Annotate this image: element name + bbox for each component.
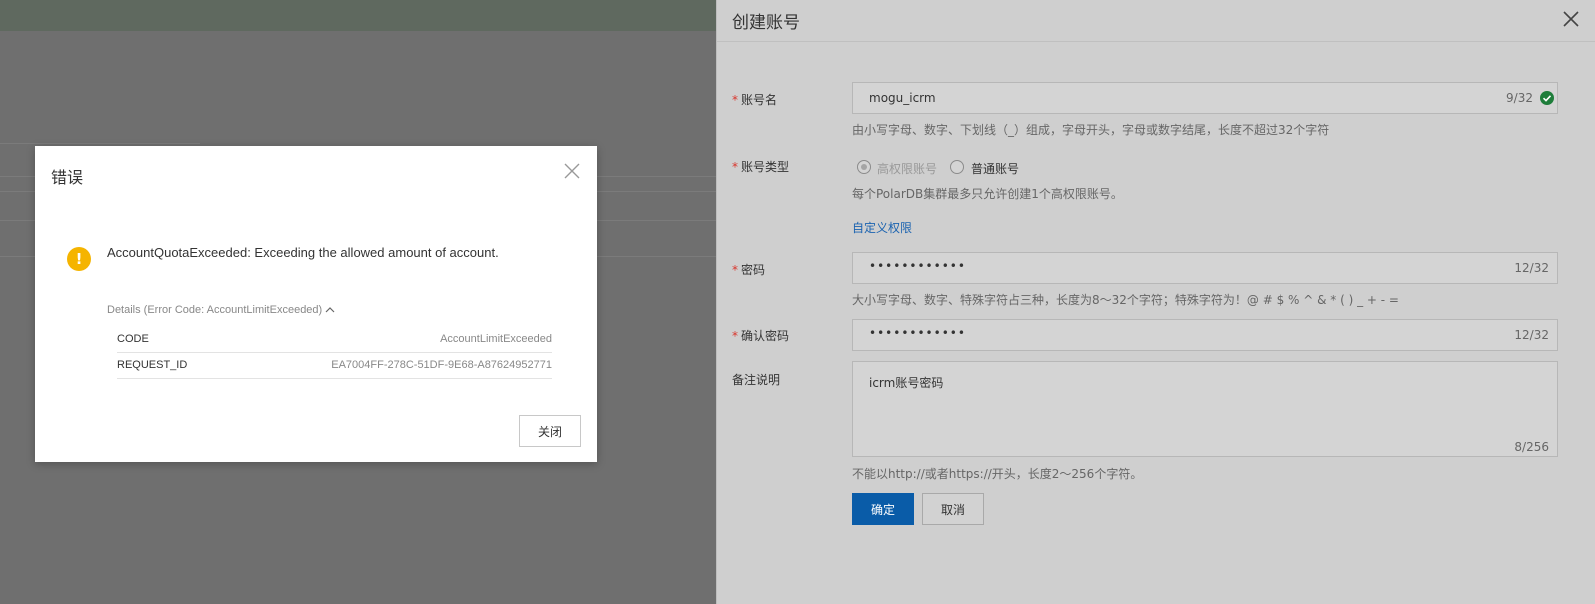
account-type-label: * 账号类型 — [732, 160, 790, 174]
password-counter: 12/32 — [1514, 261, 1549, 275]
confirm-password-counter: 12/32 — [1514, 328, 1549, 342]
normal-account-label: 普通账号 — [971, 162, 1020, 176]
password-value: •••••••••••• — [869, 259, 966, 273]
account-type-help: 每个PolarDB集群最多只允许创建1个高权限账号。 — [852, 187, 1123, 201]
account-name-label: * 账号名 — [732, 93, 778, 107]
drawer-title: 创建账号 — [732, 13, 800, 33]
remark-value: icrm账号密码 — [869, 376, 944, 390]
confirm-password-label: * 确认密码 — [732, 329, 790, 343]
confirm-password-value: •••••••••••• — [869, 326, 966, 340]
detail-row-request-id: REQUEST_ID EA7004FF-278C-51DF-9E68-A8762… — [117, 353, 552, 379]
confirm-button[interactable]: 确定 — [852, 493, 914, 525]
confirm-password-input[interactable]: •••••••••••• 12/32 — [852, 319, 1558, 351]
admin-account-label: 高权限账号 — [877, 162, 938, 176]
account-name-help: 由小写字母、数字、下划线（_）组成，字母开头，字母或数字结尾，长度不超过32个字… — [852, 123, 1330, 137]
remark-textarea[interactable]: icrm账号密码 8/256 — [852, 361, 1558, 457]
detail-row-code: CODE AccountLimitExceeded — [117, 327, 552, 353]
warning-icon: ! — [67, 247, 91, 271]
detail-value: AccountLimitExceeded — [440, 333, 552, 345]
detail-key: CODE — [117, 333, 149, 345]
password-label: * 密码 — [732, 263, 766, 277]
account-name-value: mogu_icrm — [869, 91, 936, 105]
detail-value: EA7004FF-278C-51DF-9E68-A87624952771 — [331, 359, 552, 371]
create-account-drawer: 创建账号 * 账号名 mogu_icrm 9/32 由小写字母、数字、下划线（_）… — [716, 0, 1595, 604]
chevron-up-icon — [325, 307, 335, 313]
error-dialog: 错误 ! AccountQuotaExceeded: Exceeding the… — [35, 146, 597, 462]
password-input[interactable]: •••••••••••• 12/32 — [852, 252, 1558, 284]
normal-account-radio[interactable] — [950, 160, 964, 174]
admin-account-radio[interactable] — [857, 160, 871, 174]
custom-permission-link[interactable]: 自定义权限 — [852, 219, 912, 236]
remark-counter: 8/256 — [1514, 440, 1549, 454]
close-icon[interactable] — [563, 162, 581, 180]
remark-label: 备注说明 — [732, 373, 781, 387]
background-topbar — [0, 0, 716, 31]
account-name-counter: 9/32 — [1506, 91, 1533, 105]
cancel-button[interactable]: 取消 — [922, 493, 984, 525]
detail-key: REQUEST_ID — [117, 359, 188, 371]
dialog-close-button[interactable]: 关闭 — [519, 415, 581, 447]
password-help: 大小写字母、数字、特殊字符占三种，长度为8～32个字符；特殊字符为！@ # $ … — [852, 293, 1399, 307]
check-circle-icon — [1540, 91, 1554, 105]
remark-help: 不能以http://或者https://开头，长度2～256个字符。 — [852, 467, 1143, 481]
details-toggle[interactable]: Details (Error Code: AccountLimitExceede… — [107, 304, 335, 316]
error-message: AccountQuotaExceeded: Exceeding the allo… — [107, 245, 499, 260]
drawer-header: 创建账号 — [717, 0, 1595, 42]
close-icon[interactable] — [1561, 9, 1581, 29]
details-label: Details (Error Code: AccountLimitExceede… — [107, 304, 323, 316]
account-name-input[interactable]: mogu_icrm 9/32 — [852, 82, 1558, 114]
dialog-title: 错误 — [51, 168, 84, 187]
